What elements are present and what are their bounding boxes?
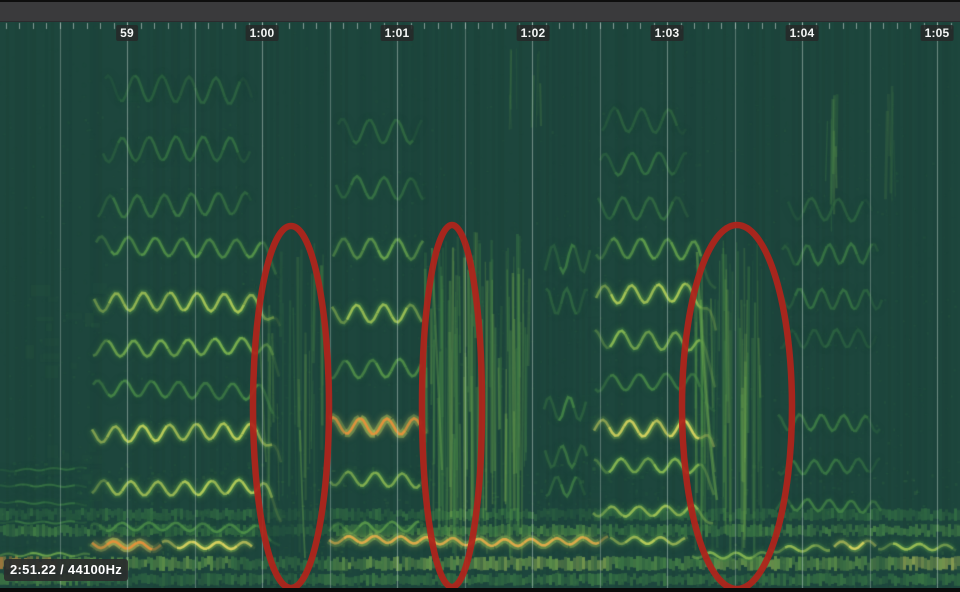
- time-label: 1:00: [246, 25, 279, 41]
- spectrogram-canvas[interactable]: [0, 22, 960, 588]
- status-text: 2:51.22 / 44100Hz: [10, 562, 122, 577]
- time-label: 1:01: [381, 25, 414, 41]
- playhead-status: 2:51.22 / 44100Hz: [4, 559, 128, 581]
- toolbar: [0, 2, 960, 22]
- time-ruler[interactable]: 59 1:00 1:01 1:02 1:03 1:04 1:05: [0, 22, 960, 44]
- time-label: 59: [116, 25, 138, 41]
- time-label: 1:02: [517, 25, 550, 41]
- window-bottom-edge: [0, 588, 960, 592]
- time-label: 1:05: [921, 25, 954, 41]
- time-label: 1:03: [651, 25, 684, 41]
- time-label: 1:04: [786, 25, 819, 41]
- audio-editor-window: 59 1:00 1:01 1:02 1:03 1:04 1:05 2:51.22 / 441…: [0, 0, 960, 592]
